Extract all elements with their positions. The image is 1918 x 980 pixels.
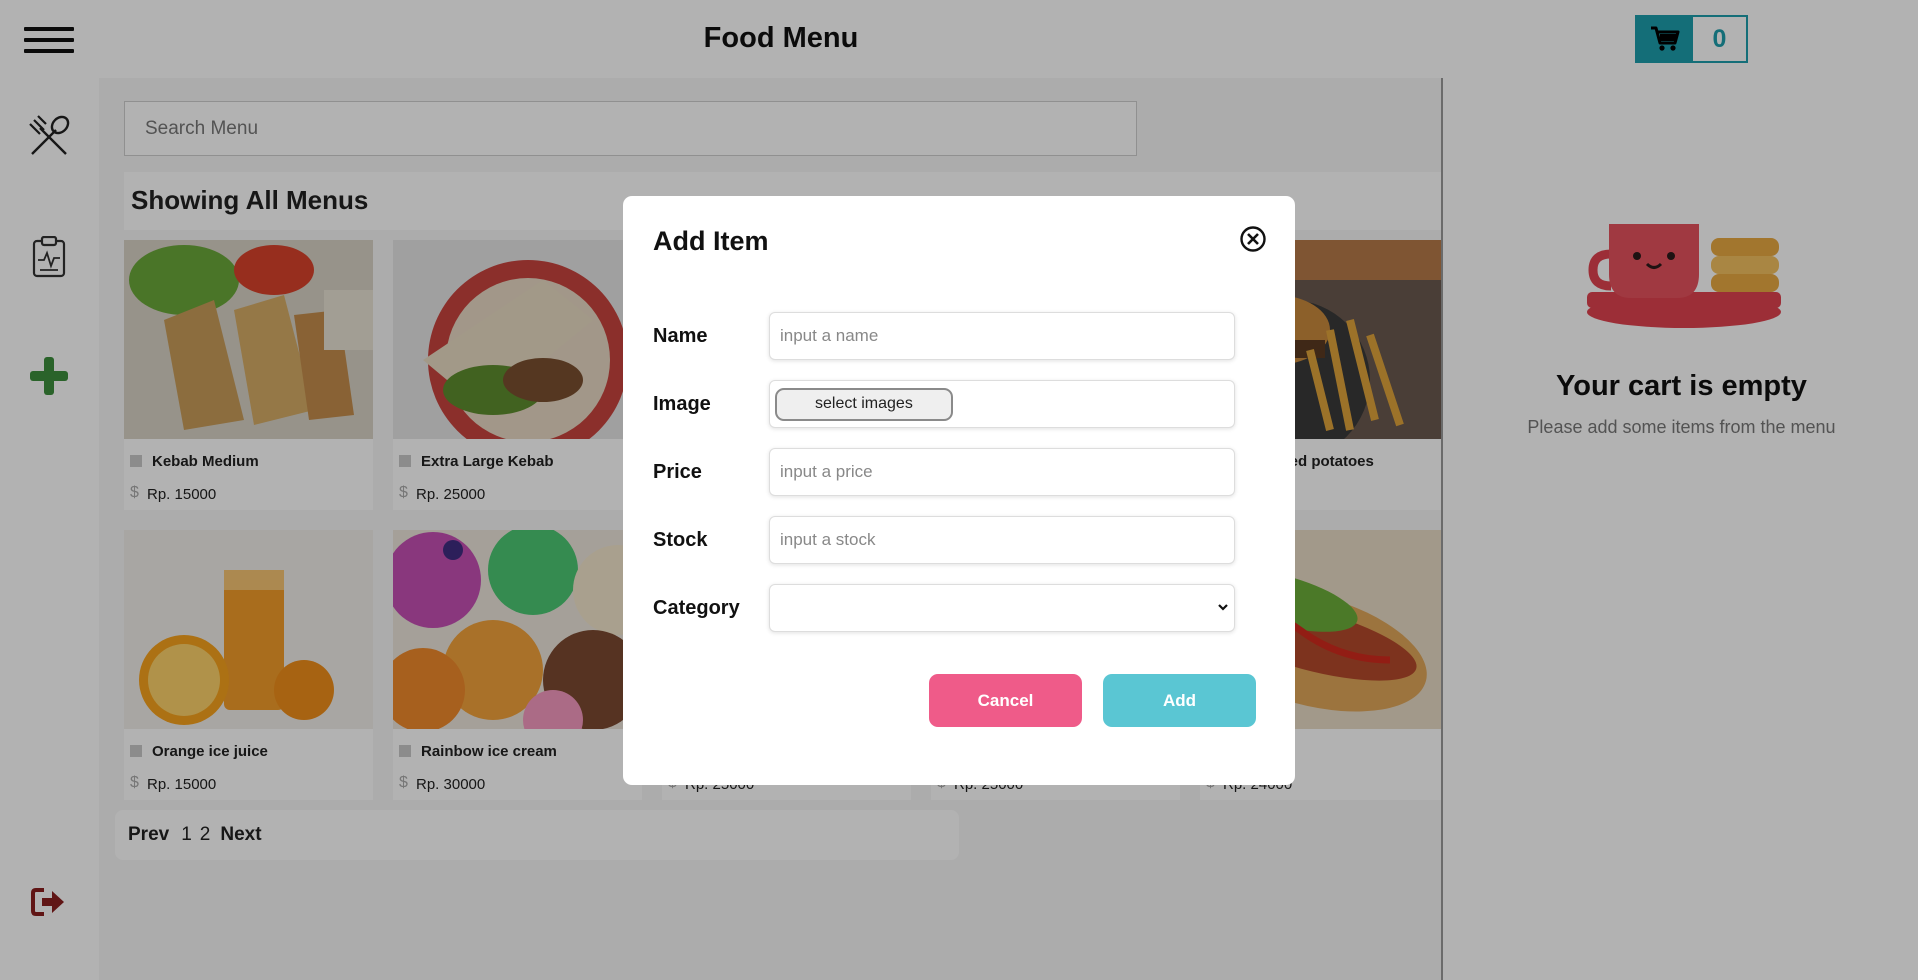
image-input[interactable]: select images [769,380,1235,428]
add-item-modal: Add Item Name input a name Image select … [623,196,1295,785]
select-images-button[interactable]: select images [775,387,953,421]
add-button[interactable]: Add [1103,674,1256,727]
modal-title: Add Item [653,226,769,256]
name-label: Name [653,325,708,347]
category-label: Category [653,597,740,619]
image-label: Image [653,393,711,415]
stock-label: Stock [653,529,708,551]
price-label: Price [653,461,702,483]
close-icon[interactable] [1239,225,1267,253]
cancel-button[interactable]: Cancel [929,674,1082,727]
category-select[interactable] [769,584,1235,632]
chevron-down-icon [1218,604,1228,611]
price-input[interactable]: input a price [769,448,1235,496]
stock-input[interactable]: input a stock [769,516,1235,564]
name-input[interactable]: input a name [769,312,1235,360]
